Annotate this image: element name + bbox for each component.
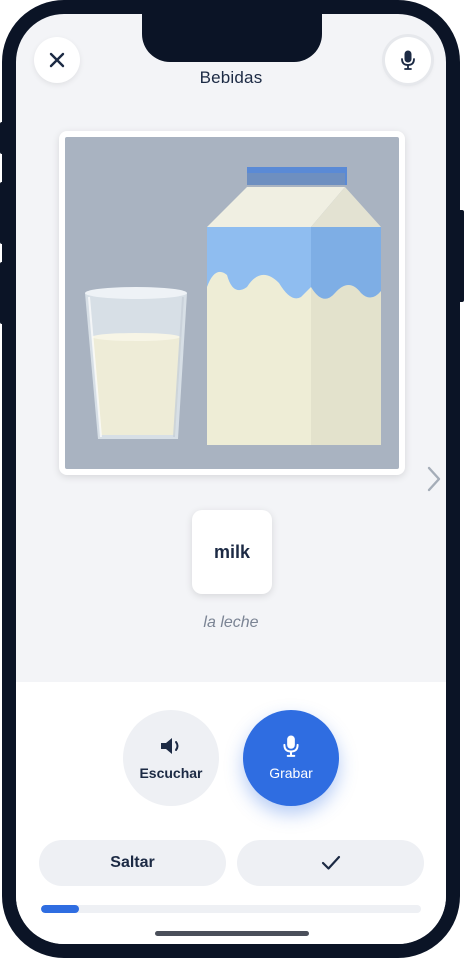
listen-button[interactable]: Escuchar: [123, 710, 219, 806]
phone-frame: Bebidas milk la leche Escuchar Grabar Sa…: [2, 0, 460, 958]
flashcard-image: [65, 137, 399, 469]
milk-carton: [207, 167, 381, 445]
check-button[interactable]: [237, 840, 424, 886]
word-card: milk: [192, 510, 272, 594]
word-text: milk: [213, 541, 251, 562]
close-icon: [49, 52, 65, 68]
translation-text: la leche: [203, 614, 259, 631]
page-title: Bebidas: [199, 68, 263, 87]
checkmark-icon: [321, 855, 340, 870]
flashcard-image-card: [59, 131, 405, 475]
microphone-icon: [401, 50, 415, 70]
skip-label: Saltar: [110, 854, 155, 871]
skip-button[interactable]: Saltar: [39, 840, 226, 886]
bottom-action-panel: Escuchar Grabar Saltar: [16, 682, 446, 944]
milk-glass: [85, 287, 187, 439]
lesson-screen: Bebidas milk la leche Escuchar Grabar Sa…: [16, 14, 446, 944]
voice-settings-button[interactable]: [385, 37, 431, 83]
listen-label: Escuchar: [139, 765, 203, 781]
chevron-right-icon: [427, 466, 441, 492]
progress-bar: [41, 905, 421, 913]
home-indicator[interactable]: [155, 931, 309, 936]
record-button[interactable]: Grabar: [243, 710, 339, 806]
progress-fill: [41, 905, 79, 913]
notch: [142, 14, 322, 62]
record-label: Grabar: [269, 765, 313, 781]
microphone-icon: [283, 735, 299, 757]
next-card-button[interactable]: [426, 466, 442, 497]
milk-illustration: [85, 167, 381, 445]
speaker-icon: [159, 735, 183, 757]
